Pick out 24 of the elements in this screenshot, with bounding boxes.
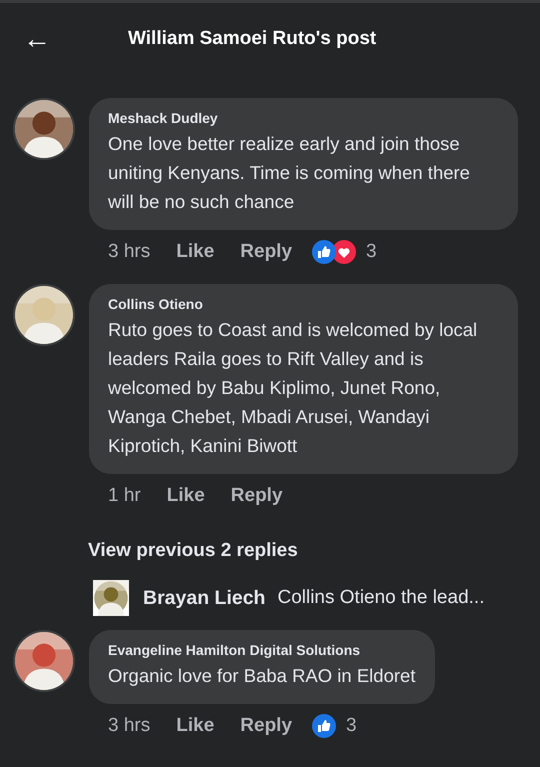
back-button[interactable]: ← xyxy=(22,25,52,53)
reaction-count: 3 xyxy=(346,715,357,737)
like-link[interactable]: Like xyxy=(176,715,214,737)
comment-text: Ruto goes to Coast and is welcomed by local leaders Raila goes to Rift Valley and is welcomed by Babu Kiplimo, Junet Rono, Wanga Chebet, Mbadi Arusei, Wandayi Kiprotich, Kanini Biwott xyxy=(108,318,478,458)
comment-time: 1 hr xyxy=(108,485,141,507)
comment-text: Organic love for Baba RAO in Eldoret xyxy=(108,664,416,688)
like-link[interactable]: Like xyxy=(166,485,205,507)
thumbs-up-icon xyxy=(312,240,336,264)
reply-link[interactable]: Reply xyxy=(240,241,292,263)
reply-link[interactable]: Reply xyxy=(230,485,283,507)
page-title: William Samoei Ruto's post xyxy=(128,28,376,50)
comment-author: Meshack Dudley xyxy=(108,110,219,126)
comment-time: 3 hrs xyxy=(108,715,150,737)
comment-author: Evangeline Hamilton Digital Solutions xyxy=(108,642,362,658)
comment-author: Collins Otieno xyxy=(108,296,204,312)
comment-text: One love better realize early and join those uniting Kenyans. Time is coming when there will be no such chance xyxy=(108,132,471,214)
reply-link[interactable]: Reply xyxy=(240,715,292,737)
reply-preview: Collins Otieno the lead... xyxy=(277,587,484,609)
comment-time: 3 hrs xyxy=(108,241,150,263)
like-link[interactable]: Like xyxy=(176,241,214,263)
thumbs-up-icon xyxy=(312,714,336,738)
reaction-count: 3 xyxy=(366,241,377,263)
reply-author: Brayan Liech xyxy=(143,586,266,610)
view-replies-link[interactable]: View previous 2 replies xyxy=(88,540,540,562)
